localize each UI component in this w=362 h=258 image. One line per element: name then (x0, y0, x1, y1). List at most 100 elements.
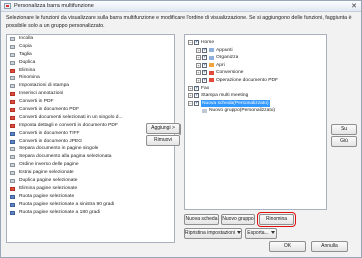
command-label: Ruota pagine selezionate a 180 gradi (19, 209, 101, 215)
rename-icon (10, 76, 15, 81)
tree-item[interactable]: + Conversione (185, 69, 326, 77)
customize-ribbon-dialog: Personalizza barra multifunzione ✕ Selez… (0, 0, 362, 258)
move-down-button[interactable]: Giù (331, 136, 357, 147)
command-item[interactable]: Rinomina (7, 74, 174, 82)
new-tab-button[interactable]: Nuova scheda (184, 214, 219, 225)
rename-button[interactable]: Rinomina (257, 212, 296, 227)
reverse-order-icon (10, 163, 15, 168)
command-label: Rinomina (19, 75, 40, 81)
command-item[interactable]: Converti documenti selezionati in un sin… (7, 114, 174, 122)
pdf-icon (10, 100, 15, 105)
tree-item-label: Stampa multi meeting (201, 93, 249, 99)
tree-item[interactable]: − Nuova scheda(Personalizzato) (185, 99, 326, 108)
reset-settings-dropdown[interactable]: Ripristina impostazioni (184, 228, 242, 239)
tree-item-label: Apri (216, 62, 225, 68)
expand-icon[interactable]: + (188, 93, 193, 99)
cut-icon (10, 52, 15, 57)
command-label: Converti in PDF (19, 99, 54, 105)
tree-item[interactable]: + Fax (185, 85, 326, 93)
command-label: Duplica pagine selezionate (19, 178, 78, 184)
expand-icon[interactable]: + (188, 85, 193, 91)
command-item[interactable]: Separa documento alla pagina selezionata (7, 153, 174, 161)
command-item[interactable]: Estrai pagine selezionate (7, 169, 174, 177)
export-dropdown[interactable]: Esporta... (245, 228, 277, 239)
command-item[interactable]: Ruota pagine selezionate a sinistra 90 g… (7, 201, 174, 209)
expand-icon[interactable]: + (196, 77, 201, 83)
command-item[interactable]: Copia (7, 43, 174, 51)
merge-pdf-icon (10, 115, 15, 120)
command-item[interactable]: Elimina (7, 67, 174, 75)
extract-pages-icon (10, 171, 15, 176)
tree-item[interactable]: + Organizza (185, 54, 326, 62)
copy-icon (10, 44, 15, 49)
command-item[interactable]: Ordine inverso delle pagine (7, 161, 174, 169)
add-button[interactable]: Aggiungi > (146, 123, 180, 134)
checkbox[interactable] (202, 70, 207, 76)
checkbox[interactable] (194, 85, 199, 91)
open-icon (209, 63, 214, 68)
expand-icon[interactable]: + (196, 70, 201, 76)
tree-item-label: Operazione documento PDF (216, 77, 278, 83)
command-label: Converti in documento PDF (19, 107, 80, 113)
checkbox[interactable] (202, 62, 207, 68)
command-item[interactable]: Incolla (7, 35, 174, 43)
command-label: Ruota pagine selezionate (19, 193, 75, 199)
expand-icon[interactable]: + (196, 62, 201, 68)
checkbox[interactable] (194, 40, 199, 45)
dialog-title: Personalizza barra multifunzione (14, 3, 94, 9)
remove-button[interactable]: Rimuovi (146, 135, 180, 146)
command-item[interactable]: Impostazioni di stampa (7, 82, 174, 90)
close-icon[interactable]: ✕ (351, 2, 357, 10)
command-item[interactable]: Inserisci annotazioni (7, 90, 174, 98)
reset-settings-label: Ripristina impostazioni (185, 230, 236, 236)
command-item[interactable]: Separa documento in pagine singole (7, 145, 174, 153)
paste-icon (10, 37, 15, 41)
tree-item[interactable]: − Home (185, 39, 326, 47)
app-icon (4, 3, 11, 9)
pdf-operation-icon (209, 78, 214, 83)
ribbon-tree[interactable]: −Home+Appunti+Organizza+Apri+Conversione… (184, 34, 327, 210)
command-item[interactable]: Converti in PDF (7, 98, 174, 106)
new-group-button[interactable]: Nuovo gruppo (221, 214, 255, 225)
checkbox[interactable] (202, 47, 207, 53)
command-item[interactable]: Ruota pagine selezionate a 180 gradi (7, 209, 174, 217)
command-label: Converti documenti selezionati in un sin… (19, 114, 123, 120)
command-item[interactable]: Elimina pagine selezionate (7, 185, 174, 193)
expand-icon[interactable]: + (196, 47, 201, 53)
command-label: Impostazioni di stampa (19, 83, 70, 89)
rotate-pages-icon (10, 194, 15, 199)
command-item[interactable]: Converti in documento PDF (7, 106, 174, 114)
delete-icon (10, 68, 15, 73)
tree-item[interactable]: + Operazione documento PDF (185, 77, 326, 85)
command-label: Separa documento alla pagina selezionata (19, 154, 112, 160)
collapse-icon[interactable]: − (188, 40, 193, 45)
expand-icon[interactable]: + (196, 55, 201, 61)
command-label: Separa documento in pagine singole (19, 146, 99, 152)
cancel-button[interactable]: Annulla (311, 241, 348, 252)
command-label: Ruota pagine selezionate a sinistra 90 g… (19, 201, 115, 207)
checkbox[interactable] (202, 55, 207, 61)
tree-item-label: Fax (201, 85, 210, 91)
checkbox[interactable] (194, 93, 199, 99)
checkbox[interactable] (202, 77, 207, 83)
command-item[interactable]: Taglia (7, 51, 174, 59)
duplicate-pages-icon (10, 179, 15, 184)
chevron-down-icon (237, 231, 242, 235)
checkbox[interactable] (194, 100, 199, 106)
command-item[interactable]: Duplica pagine selezionate (7, 177, 174, 185)
organize-icon (209, 55, 214, 60)
tree-item[interactable]: + Apri (185, 62, 326, 70)
rotate-180-icon (10, 210, 15, 215)
tree-item[interactable]: + Stampa multi meeting (185, 92, 326, 100)
tree-item[interactable]: Nuovo gruppo(Personalizzato) (185, 107, 326, 115)
ok-button[interactable]: OK (269, 241, 306, 252)
tree-item[interactable]: + Appunti (185, 47, 326, 55)
command-label: Ordine inverso delle pagine (19, 162, 79, 168)
command-item[interactable]: Ruota pagine selezionate (7, 193, 174, 201)
dialog-description: Selezionare le funzioni da visualizzare … (6, 15, 352, 29)
collapse-icon[interactable]: − (188, 100, 193, 106)
split-at-page-icon (10, 155, 15, 160)
command-item[interactable]: Duplica (7, 59, 174, 67)
move-up-button[interactable]: Su (331, 124, 357, 135)
pdf-document-icon (10, 108, 15, 113)
